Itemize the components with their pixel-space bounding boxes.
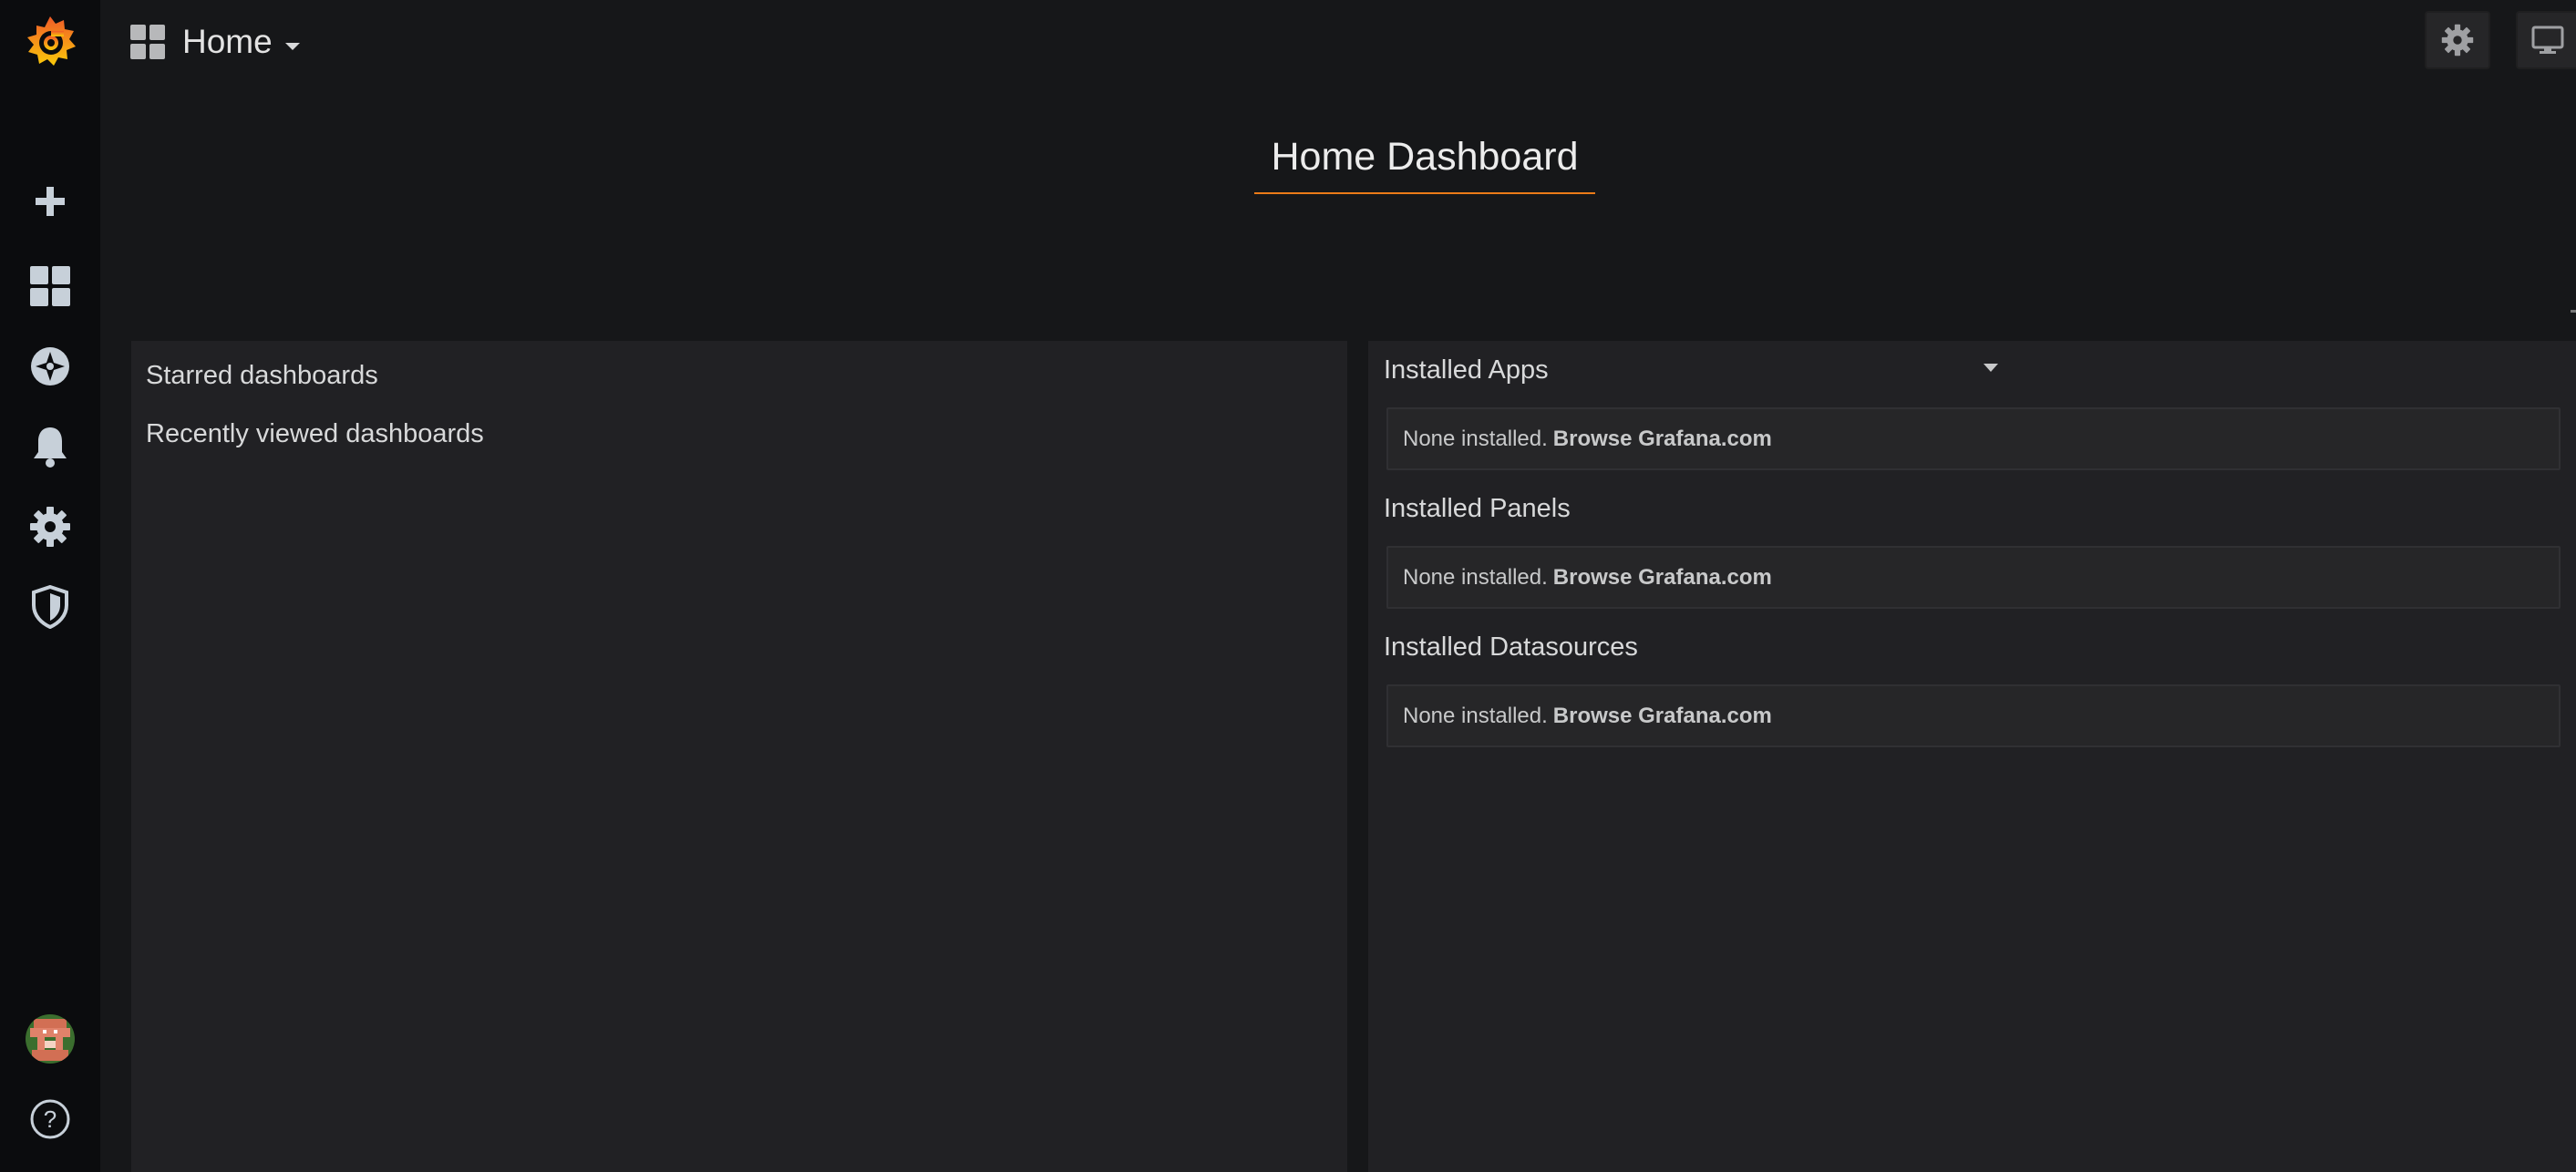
svg-text:?: ? (44, 1105, 57, 1133)
user-avatar[interactable] (0, 1007, 100, 1071)
dashboard-settings-button[interactable] (2425, 11, 2490, 69)
dashboard-list-panel: Starred dashboards Recently viewed dashb… (131, 341, 1347, 1172)
dashboard-picker[interactable]: Home (129, 20, 300, 64)
page-title: Home Dashboard (1254, 135, 1595, 194)
chevron-down-icon (284, 43, 300, 50)
empty-text: None installed. (1403, 703, 1548, 728)
gear-icon[interactable] (0, 495, 100, 559)
empty-text: None installed. (1403, 426, 1548, 451)
help-icon[interactable]: ? (0, 1087, 100, 1151)
installed-apps-empty: None installed. Browse Grafana.com (1386, 407, 2561, 470)
empty-text: None installed. (1403, 564, 1548, 590)
installed-panels-title: Installed Panels (1384, 494, 1571, 523)
top-navbar: Home (100, 0, 2576, 84)
dashboard-picker-label: Home (182, 23, 273, 60)
installed-datasources-title: Installed Datasources (1384, 632, 1638, 662)
installed-panels-empty: None installed. Browse Grafana.com (1386, 546, 2561, 609)
explore-compass-icon[interactable] (0, 334, 100, 398)
grafana-logo-icon[interactable] (0, 7, 100, 77)
bell-icon[interactable] (0, 415, 100, 478)
dashboard-title-row: Home Dashboard (0, 135, 2576, 194)
starred-dashboards-link[interactable]: Starred dashboards (146, 361, 378, 391)
recent-dashboards-link[interactable]: Recently viewed dashboards (146, 419, 484, 449)
installed-datasources-empty: None installed. Browse Grafana.com (1386, 684, 2561, 747)
browse-grafana-link[interactable]: Browse Grafana.com (1553, 565, 1772, 591)
dashboards-icon[interactable] (0, 254, 100, 318)
browse-grafana-link[interactable]: Browse Grafana.com (1553, 704, 1772, 729)
monitor-icon (2531, 26, 2564, 54)
gear-icon (2441, 24, 2474, 57)
panel-resize-handle[interactable] (2571, 310, 2576, 313)
chevron-down-icon[interactable] (1984, 364, 1998, 372)
shield-icon[interactable] (0, 575, 100, 639)
browse-grafana-link[interactable]: Browse Grafana.com (1553, 427, 1772, 452)
dashboards-icon (130, 25, 165, 59)
plugin-list-panel: Installed Apps None installed. Browse Gr… (1368, 341, 2576, 1172)
tv-mode-button[interactable] (2516, 11, 2576, 69)
installed-apps-title: Installed Apps (1384, 355, 1549, 385)
